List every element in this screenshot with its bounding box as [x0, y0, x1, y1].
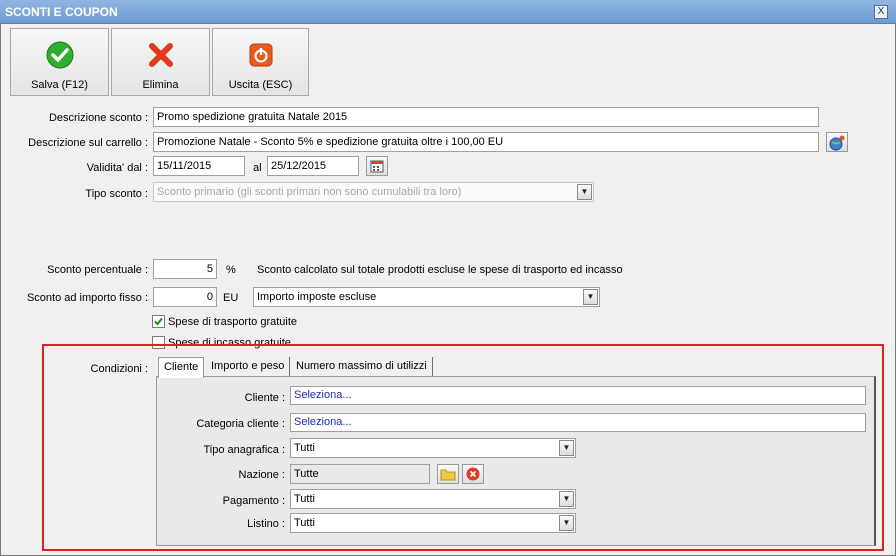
pagamento-label: Pagamento :: [222, 495, 285, 507]
chevron-down-icon[interactable]: ▼: [583, 289, 598, 305]
sconto-percentuale-label: Sconto percentuale :: [47, 264, 148, 276]
percent-unit: %: [226, 264, 236, 276]
tab-numero-utilizzi[interactable]: Numero massimo di utilizzi: [291, 357, 433, 377]
nazione-browse-button[interactable]: [437, 464, 459, 484]
save-button[interactable]: Salva (F12): [10, 28, 109, 96]
spese-trasporto-checkbox[interactable]: [152, 315, 165, 328]
validita-dal-input[interactable]: 15/11/2015: [153, 156, 245, 176]
delete-button[interactable]: Elimina: [111, 28, 210, 96]
sconto-note: Sconto calcolato sul totale prodotti esc…: [257, 264, 623, 276]
clear-icon: [466, 467, 480, 481]
translate-button[interactable]: [826, 132, 848, 152]
sconto-importo-input[interactable]: 0: [153, 287, 217, 307]
delete-x-icon: [148, 43, 173, 67]
chevron-down-icon[interactable]: ▼: [577, 184, 592, 200]
categoria-cliente-input[interactable]: Seleziona...: [290, 413, 866, 432]
check-icon: [46, 41, 73, 69]
tipo-sconto-label: Tipo sconto :: [85, 188, 148, 200]
chevron-down-icon[interactable]: ▼: [559, 440, 574, 456]
categoria-cliente-label: Categoria cliente :: [196, 418, 285, 430]
cliente-label: Cliente :: [244, 392, 285, 404]
descrizione-carrello-input[interactable]: Promozione Natale - Sconto 5% e spedizio…: [153, 132, 819, 152]
nazione-input[interactable]: Tutte: [290, 464, 430, 484]
exit-button[interactable]: Uscita (ESC): [212, 28, 309, 96]
validita-label: Validita' dal :: [86, 162, 148, 174]
sconto-percentuale-input[interactable]: 5: [153, 259, 217, 279]
tipo-anagrafica-label: Tipo anagrafica :: [203, 444, 285, 456]
calendar-icon: [370, 160, 384, 173]
folder-icon: [440, 469, 456, 481]
sconto-importo-label: Sconto ad importo fisso :: [26, 292, 148, 304]
eu-unit: EU: [223, 292, 239, 304]
pagamento-select[interactable]: Tutti ▼: [290, 489, 576, 509]
cliente-input[interactable]: Seleziona...: [290, 386, 866, 405]
globe-icon: [829, 135, 845, 151]
listino-value: Tutti: [294, 517, 315, 529]
imposte-select[interactable]: Importo imposte escluse ▼: [253, 287, 600, 307]
tab-cliente[interactable]: Cliente: [158, 357, 205, 378]
validita-al-input[interactable]: 25/12/2015: [267, 156, 359, 176]
tipo-anagrafica-value: Tutti: [294, 442, 315, 454]
tipo-anagrafica-select[interactable]: Tutti ▼: [290, 438, 576, 458]
exit-button-label: Uscita (ESC): [228, 79, 293, 91]
tab-importo-peso[interactable]: Importo e peso: [206, 357, 291, 377]
spese-trasporto-label: Spese di trasporto gratuite: [168, 316, 298, 328]
tipo-sconto-select[interactable]: Sconto primario (gli sconti primari non …: [153, 182, 594, 202]
descrizione-carrello-label: Descrizione sul carrello :: [28, 137, 148, 149]
title-bar: SCONTI E COUPON X: [0, 0, 896, 24]
pagamento-value: Tutti: [294, 493, 315, 505]
exit-power-icon: [249, 43, 272, 67]
checkbox-check-icon: [154, 317, 163, 326]
descrizione-sconto-label: Descrizione sconto :: [48, 112, 148, 124]
descrizione-sconto-input[interactable]: Promo spedizione gratuita Natale 2015: [153, 107, 819, 127]
delete-button-label: Elimina: [142, 79, 179, 91]
save-button-label: Salva (F12): [31, 79, 88, 91]
chevron-down-icon[interactable]: ▼: [559, 515, 574, 531]
window-title: SCONTI E COUPON: [5, 5, 118, 19]
chevron-down-icon[interactable]: ▼: [559, 491, 574, 507]
close-icon[interactable]: X: [874, 5, 888, 19]
calendar-button[interactable]: [366, 156, 388, 176]
listino-label: Listino :: [247, 518, 285, 530]
al-label: al: [253, 162, 262, 174]
nazione-clear-button[interactable]: [462, 464, 484, 484]
condizioni-label: Condizioni :: [90, 363, 148, 375]
imposte-value: Importo imposte escluse: [257, 291, 377, 303]
listino-select[interactable]: Tutti ▼: [290, 513, 576, 533]
nazione-label: Nazione :: [238, 469, 285, 481]
tipo-sconto-value: Sconto primario (gli sconti primari non …: [157, 186, 462, 198]
